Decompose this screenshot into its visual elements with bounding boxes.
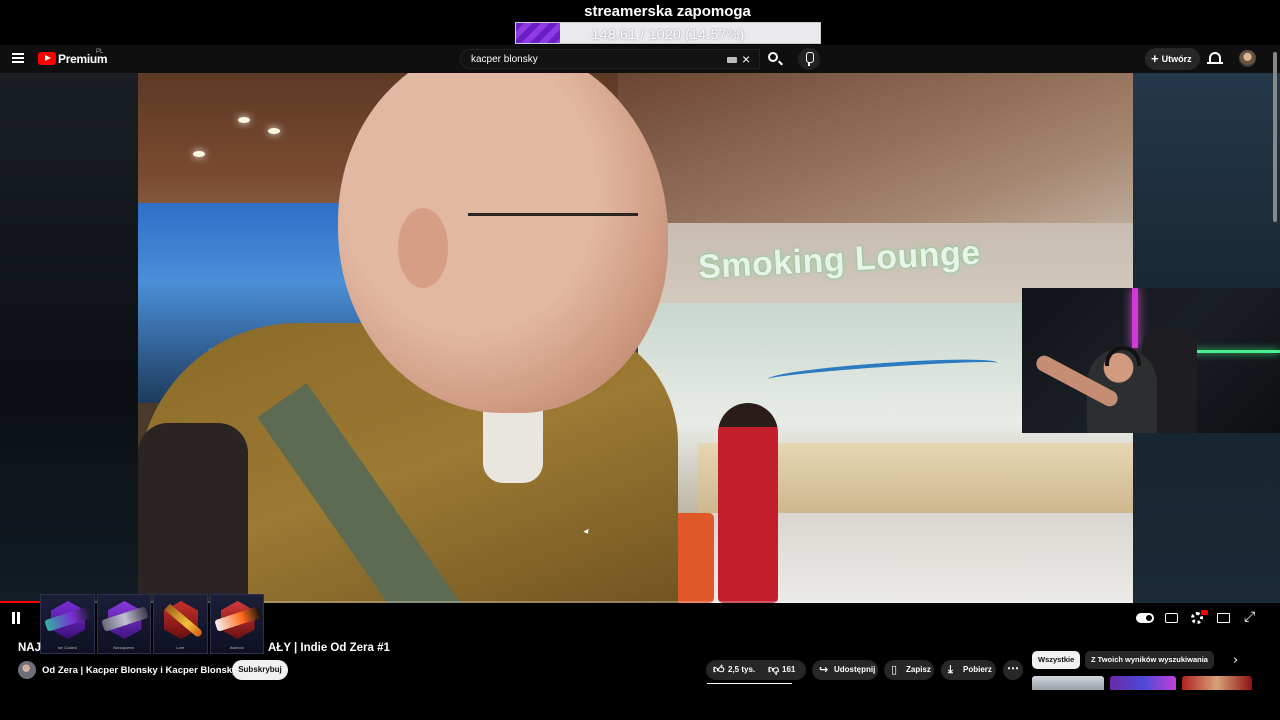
thumbs-up-icon: 👍︎ — [713, 663, 725, 676]
recommended-thumbnail[interactable] — [1032, 676, 1104, 690]
search-icon — [768, 52, 778, 62]
subtitles-icon[interactable] — [1165, 613, 1178, 623]
download-icon: ⤓ — [948, 663, 953, 676]
screen: streamerska zapomoga 148.61 / 1020 (14.5… — [0, 0, 1280, 720]
search-button[interactable] — [760, 49, 788, 69]
save-button[interactable]: ▯ Zapisz — [884, 660, 934, 680]
skin-name: Asiimov — [229, 645, 244, 650]
video-man-ear — [398, 208, 448, 288]
skin-name: Nanoqueen — [113, 645, 135, 650]
recommended-thumbnail[interactable] — [1182, 676, 1252, 690]
channel-name[interactable]: Od Zera | Kacper Blonsky i Kacper Blonsk… — [42, 665, 248, 676]
video-backpack — [138, 423, 248, 603]
bookmark-icon: ▯ — [891, 663, 898, 676]
cam-led-pink — [1132, 288, 1138, 348]
page-scrollbar[interactable] — [1273, 52, 1277, 222]
skin-item: Asiimov — [209, 594, 264, 654]
ceiling-light — [268, 128, 280, 134]
subscribe-button[interactable]: Subskrybuj — [232, 660, 288, 680]
account-avatar[interactable] — [1239, 50, 1256, 67]
save-label: Zapisz — [906, 665, 931, 674]
keyboard-icon[interactable] — [727, 57, 737, 63]
create-button[interactable]: + Utwórz — [1145, 48, 1200, 70]
share-label: Udostępnij — [834, 665, 876, 674]
skin-item: Ice Coaled — [40, 594, 95, 654]
mic-icon[interactable] — [798, 48, 820, 70]
create-label: Utwórz — [1161, 54, 1192, 64]
ambient-left — [0, 73, 138, 603]
skin-item: Lore — [153, 594, 208, 654]
hd-badge — [1201, 610, 1208, 615]
pause-icon[interactable] — [11, 612, 21, 624]
video-attendant — [718, 403, 778, 603]
like-underline — [707, 683, 792, 684]
autoplay-toggle[interactable] — [1136, 613, 1154, 623]
ceiling-light — [193, 151, 205, 157]
youtube-logo[interactable] — [38, 52, 56, 65]
dislike-count: 161 — [782, 665, 796, 674]
fullscreen-icon[interactable] — [1244, 609, 1256, 625]
ceiling-light — [238, 117, 250, 123]
download-button[interactable]: ⤓ Pobierz — [941, 660, 996, 680]
video-glasses — [468, 213, 638, 253]
skin-items: Ice Coaled Nanoqueen Lore Asiimov — [40, 594, 264, 654]
channel-avatar[interactable] — [18, 661, 36, 679]
more-actions-button[interactable]: ⋯ — [1003, 660, 1023, 680]
video-title-start: NAJ — [18, 642, 42, 654]
donation-goal-title: streamerska zapomoga — [584, 3, 751, 20]
skin-name: Ice Coaled — [57, 645, 77, 650]
top-bar: Premium PL kacper blonsky × + Utwórz — [0, 45, 1280, 73]
chevron-right-icon[interactable]: › — [1233, 653, 1238, 668]
skin-item: Nanoqueen — [96, 594, 151, 654]
dislike-button[interactable]: 👎︎ 161 — [768, 660, 795, 680]
video-ceiling-right — [618, 73, 1133, 243]
donation-goal-bar: 148.61 / 1020 (14.57%) — [515, 22, 821, 44]
download-label: Pobierz — [963, 665, 992, 674]
recommended-thumbnail[interactable] — [1110, 676, 1176, 690]
clear-icon[interactable]: × — [742, 51, 750, 67]
channel-name-text[interactable]: Od Zera | Kacper Blonsky i Kacper Blonsk… — [42, 665, 237, 676]
skin-name: Lore — [176, 645, 185, 650]
video-title: AŁY | Indie Od Zera #1 — [268, 642, 390, 654]
share-button[interactable]: ↪ Udostępnij — [812, 660, 878, 680]
thumbs-down-icon: 👎︎ — [768, 663, 780, 676]
donation-goal-text: 148.61 / 1020 (14.57%) — [591, 26, 745, 42]
video-player[interactable]: Smoking Lounge — [138, 73, 1133, 603]
search-input[interactable]: kacper blonsky × — [460, 49, 760, 69]
region-label: PL — [96, 49, 104, 55]
chip-from-search[interactable]: Z Twoich wyników wyszukiwania — [1085, 651, 1214, 669]
video-shirt — [483, 403, 543, 483]
like-count: 2,5 tys. — [728, 665, 756, 674]
chip-all[interactable]: Wszystkie — [1032, 651, 1081, 669]
search-value[interactable]: kacper blonsky — [471, 54, 538, 65]
share-icon: ↪ — [819, 663, 829, 676]
bell-icon[interactable] — [1207, 52, 1223, 64]
webcam-overlay — [1022, 288, 1280, 433]
menu-icon[interactable] — [12, 53, 24, 63]
plus-icon: + — [1151, 51, 1159, 66]
miniplayer-icon[interactable] — [1217, 613, 1230, 623]
